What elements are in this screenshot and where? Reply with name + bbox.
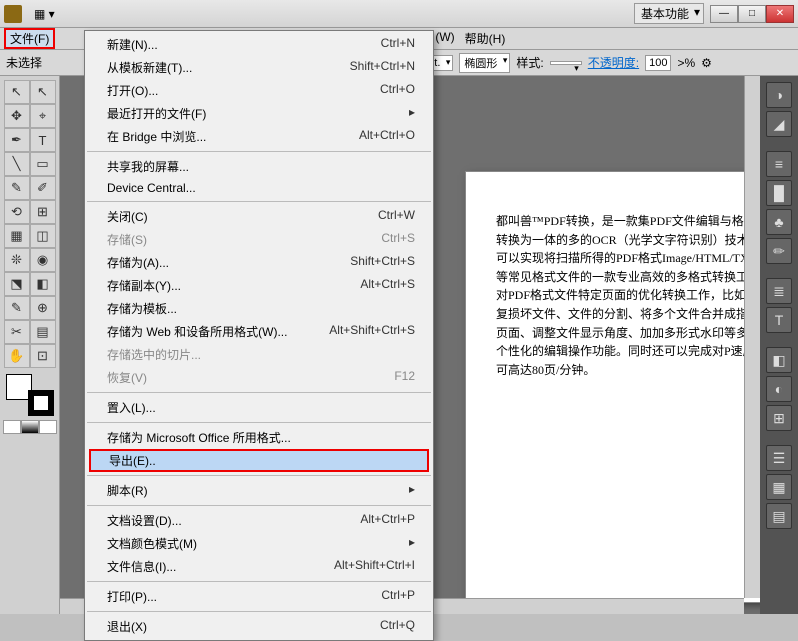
- panel-character-icon[interactable]: T: [766, 307, 792, 333]
- panel-appearance-icon[interactable]: ◐: [766, 376, 792, 402]
- no-selection-label: 未选择: [6, 54, 42, 71]
- menu-item[interactable]: 脚本(R)▸: [85, 479, 433, 502]
- opacity-value[interactable]: 100: [645, 55, 671, 71]
- menu-item[interactable]: Device Central...: [85, 178, 433, 198]
- menu-item[interactable]: 存储为 Microsoft Office 所用格式...: [85, 426, 433, 449]
- panel-stroke-icon[interactable]: ≡: [766, 151, 792, 177]
- tool-symbol[interactable]: ❊: [4, 248, 30, 272]
- tool-type[interactable]: T: [30, 128, 56, 152]
- menu-item[interactable]: 存储为模板...: [85, 297, 433, 320]
- tool-pencil[interactable]: ✐: [30, 176, 56, 200]
- menu-item[interactable]: 打开(O)...Ctrl+O: [85, 79, 433, 102]
- toolbox: ↖↖ ✥⌖ ✒T ╲▭ ✎✐ ⟲⊞ ▦◫ ❊◉ ⬔◧ ✎⊕ ✂▤ ✋⊡: [0, 76, 60, 614]
- minimize-button[interactable]: —: [710, 5, 738, 23]
- menu-file[interactable]: 文件(F): [4, 28, 55, 49]
- tool-rotate[interactable]: ⟲: [4, 200, 30, 224]
- doc-layout-icon[interactable]: ▦ ▾: [34, 7, 55, 21]
- menu-item: 存储(S)Ctrl+S: [85, 228, 433, 251]
- menu-item[interactable]: 存储为(A)...Shift+Ctrl+S: [85, 251, 433, 274]
- panel-graphic-styles-icon[interactable]: ⊞: [766, 405, 792, 431]
- tool-hand[interactable]: ✋: [4, 344, 30, 368]
- scrollbar-vertical[interactable]: [744, 76, 760, 598]
- menu-item[interactable]: 在 Bridge 中浏览...Alt+Ctrl+O: [85, 125, 433, 148]
- tool-line[interactable]: ╲: [4, 152, 30, 176]
- menu-item[interactable]: 从模板新建(T)...Shift+Ctrl+N: [85, 56, 433, 79]
- menu-help[interactable]: 帮助(H): [465, 30, 506, 47]
- menu-item[interactable]: 存储副本(Y)...Alt+Ctrl+S: [85, 274, 433, 297]
- menu-item[interactable]: 退出(X)Ctrl+Q: [85, 615, 433, 638]
- menu-item: 恢复(V)F12: [85, 366, 433, 389]
- tool-artboard[interactable]: ▤: [30, 320, 56, 344]
- tool-scale[interactable]: ⊞: [30, 200, 56, 224]
- menu-item[interactable]: 打印(P)...Ctrl+P: [85, 585, 433, 608]
- document-body-text: 都叫兽™PDF转换，是一款集PDF文件编辑与格式转换为一体的多的OCR（光学文字…: [496, 212, 760, 379]
- gradient-mode[interactable]: [21, 420, 39, 434]
- none-mode[interactable]: [39, 420, 57, 434]
- right-panel-dock: ◑ ◢ ≡ █ ♣ ✏ ≣ T ◧ ◐ ⊞ ☰ ▦ ▤: [760, 76, 798, 614]
- opacity-unit: >%: [677, 56, 695, 70]
- style-dropdown[interactable]: [550, 61, 582, 65]
- panel-gradient-icon[interactable]: █: [766, 180, 792, 206]
- menu-item[interactable]: 文档设置(D)...Alt+Ctrl+P: [85, 509, 433, 532]
- menu-item[interactable]: 共享我的屏幕...: [85, 155, 433, 178]
- tool-pen[interactable]: ✒: [4, 128, 30, 152]
- tool-scissors[interactable]: ✂: [4, 320, 30, 344]
- menu-item[interactable]: 文档颜色模式(M)▸: [85, 532, 433, 555]
- panel-align-icon[interactable]: ▤: [766, 503, 792, 529]
- tool-brush[interactable]: ✎: [4, 176, 30, 200]
- tool-graph[interactable]: ◉: [30, 248, 56, 272]
- workspace-switcher[interactable]: 基本功能: [634, 3, 704, 24]
- opacity-label[interactable]: 不透明度:: [588, 54, 639, 71]
- tool-warp[interactable]: ▦: [4, 224, 30, 248]
- menu-item[interactable]: 存储为 Web 和设备所用格式(W)...Alt+Shift+Ctrl+S: [85, 320, 433, 343]
- tool-mesh[interactable]: ⬔: [4, 272, 30, 296]
- menu-item[interactable]: 导出(E)..: [89, 449, 429, 472]
- tool-gradient[interactable]: ◧: [30, 272, 56, 296]
- tool-move[interactable]: ↖: [4, 80, 30, 104]
- style-label: 样式:: [516, 54, 543, 71]
- panel-brushes-icon[interactable]: ✏: [766, 238, 792, 264]
- file-menu-dropdown: 新建(N)...Ctrl+N从模板新建(T)...Shift+Ctrl+N打开(…: [84, 30, 434, 641]
- tool-blend[interactable]: ⊕: [30, 296, 56, 320]
- stroke-shape[interactable]: 椭圆形: [459, 53, 510, 73]
- tool-wand[interactable]: ✥: [4, 104, 30, 128]
- app-logo: [4, 5, 22, 23]
- panel-layers-icon[interactable]: ☰: [766, 445, 792, 471]
- maximize-button[interactable]: □: [738, 5, 766, 23]
- panel-paragraph-icon[interactable]: ≣: [766, 278, 792, 304]
- menu-item[interactable]: 置入(L)...: [85, 396, 433, 419]
- title-bar: ▦ ▾ 基本功能 — □ ✕: [0, 0, 798, 28]
- panel-colorguide-icon[interactable]: ◢: [766, 111, 792, 137]
- stroke-swatch[interactable]: [28, 390, 54, 416]
- menu-item: 存储选中的切片...: [85, 343, 433, 366]
- artboard: 都叫兽™PDF转换，是一款集PDF文件编辑与格式转换为一体的多的OCR（光学文字…: [466, 172, 760, 602]
- tool-eyedrop[interactable]: ✎: [4, 296, 30, 320]
- tool-rect[interactable]: ▭: [30, 152, 56, 176]
- tool-direct[interactable]: ↖: [30, 80, 56, 104]
- menu-item[interactable]: 最近打开的文件(F)▸: [85, 102, 433, 125]
- color-mode[interactable]: [3, 420, 21, 434]
- panel-transparency-icon[interactable]: ◧: [766, 347, 792, 373]
- panel-swatches-icon[interactable]: ▦: [766, 474, 792, 500]
- menu-item[interactable]: 文件信息(I)...Alt+Shift+Ctrl+I: [85, 555, 433, 578]
- panel-color-icon[interactable]: ◑: [766, 82, 792, 108]
- menu-window[interactable]: (W): [435, 30, 454, 47]
- tool-lasso[interactable]: ⌖: [30, 104, 56, 128]
- close-button[interactable]: ✕: [766, 5, 794, 23]
- menu-item[interactable]: 新建(N)...Ctrl+N: [85, 33, 433, 56]
- fill-stroke[interactable]: [6, 374, 54, 416]
- menu-item[interactable]: 关闭(C)Ctrl+W: [85, 205, 433, 228]
- panel-symbols-icon[interactable]: ♣: [766, 209, 792, 235]
- prefs-icon[interactable]: ⚙: [701, 56, 712, 70]
- tool-free[interactable]: ◫: [30, 224, 56, 248]
- tool-zoom[interactable]: ⊡: [30, 344, 56, 368]
